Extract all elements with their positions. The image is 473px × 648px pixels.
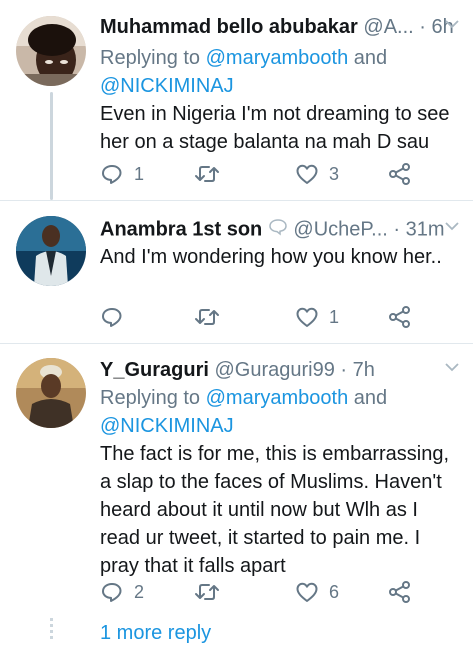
- replying-and: and: [348, 387, 388, 409]
- replying-to: Replying to @maryambooth and @NICKIMINAJ: [100, 384, 387, 440]
- reply-count: 1: [134, 163, 145, 184]
- mention-link[interactable]: @maryambooth: [206, 47, 349, 69]
- mention-link[interactable]: @NICKIMINAJ: [100, 415, 234, 437]
- share-icon: [388, 162, 412, 186]
- reply-button[interactable]: 1: [100, 160, 144, 188]
- speech-bubble-icon: [268, 218, 288, 242]
- tweet-actions: 1: [100, 303, 420, 331]
- chevron-down-icon[interactable]: [445, 359, 459, 377]
- tweet-1[interactable]: Muhammad bello abubakar @A... · 6h Reply…: [0, 0, 473, 200]
- share-button[interactable]: [388, 160, 412, 188]
- avatar[interactable]: [16, 216, 86, 286]
- more-reply-link[interactable]: 1 more reply: [100, 622, 211, 645]
- tweet-3[interactable]: Y_Guraguri @Guraguri99 · 7h Replying to …: [0, 344, 473, 648]
- timestamp[interactable]: 7h: [353, 359, 375, 381]
- avatar[interactable]: [16, 16, 86, 86]
- like-button[interactable]: 3: [295, 160, 339, 188]
- replying-label: Replying to: [100, 47, 206, 69]
- thread-dots: [50, 618, 53, 640]
- tweet-2[interactable]: Anambra 1st son @UcheP... · 31m And I'm …: [0, 201, 473, 343]
- timestamp[interactable]: 31m: [406, 218, 445, 240]
- avatar[interactable]: [16, 358, 86, 428]
- like-count: 3: [329, 163, 340, 184]
- display-name[interactable]: Anambra 1st son: [100, 218, 262, 240]
- user-handle[interactable]: @UcheP...: [293, 218, 387, 240]
- replying-to: Replying to @maryambooth and @NICKIMINAJ: [100, 44, 387, 100]
- reply-count: 2: [134, 581, 145, 602]
- heart-icon: [295, 305, 319, 329]
- display-name[interactable]: Muhammad bello abubakar: [100, 16, 358, 38]
- user-handle[interactable]: @A...: [363, 16, 413, 38]
- reply-button[interactable]: 2: [100, 578, 144, 606]
- tweet-text: The fact is for me, this is embarrassing…: [100, 443, 450, 577]
- mention-link[interactable]: @maryambooth: [206, 387, 349, 409]
- retweet-icon: [194, 305, 220, 329]
- reply-button[interactable]: [100, 303, 124, 331]
- mention-link[interactable]: @NICKIMINAJ: [100, 75, 234, 97]
- like-count: 6: [329, 581, 340, 602]
- like-button[interactable]: 1: [295, 303, 339, 331]
- replying-label: Replying to: [100, 387, 206, 409]
- display-name[interactable]: Y_Guraguri: [100, 359, 209, 381]
- tweet-actions: 2 6: [100, 578, 420, 606]
- retweet-button[interactable]: [194, 578, 220, 606]
- retweet-icon: [194, 162, 220, 186]
- replying-and: and: [348, 47, 388, 69]
- thread-line: [50, 92, 53, 200]
- chevron-down-icon[interactable]: [445, 218, 459, 236]
- retweet-button[interactable]: [194, 303, 220, 331]
- chevron-down-icon[interactable]: [445, 16, 459, 34]
- heart-icon: [295, 162, 319, 186]
- tweet-text: And I'm wondering how you know her..: [100, 246, 442, 268]
- share-button[interactable]: [388, 578, 412, 606]
- retweet-button[interactable]: [194, 160, 220, 188]
- share-icon: [388, 305, 412, 329]
- tweet-actions: 1 3: [100, 160, 420, 188]
- tweet-header: Muhammad bello abubakar @A... · 6h: [100, 16, 463, 42]
- user-handle[interactable]: @Guraguri99: [214, 359, 334, 381]
- separator-dot: ·: [393, 218, 401, 241]
- reply-icon: [100, 580, 124, 604]
- heart-icon: [295, 580, 319, 604]
- like-count: 1: [329, 306, 340, 327]
- share-button[interactable]: [388, 303, 412, 331]
- tweet-header: Y_Guraguri @Guraguri99 · 7h: [100, 359, 463, 385]
- separator-dot: ·: [340, 359, 348, 381]
- tweet-text: Even in Nigeria I'm not dreaming to see …: [100, 103, 450, 153]
- share-icon: [388, 580, 412, 604]
- tweet-header: Anambra 1st son @UcheP... · 31m: [100, 218, 463, 244]
- retweet-icon: [194, 580, 220, 604]
- reply-icon: [100, 162, 124, 186]
- separator-dot: ·: [419, 16, 426, 38]
- reply-icon: [100, 305, 124, 329]
- like-button[interactable]: 6: [295, 578, 339, 606]
